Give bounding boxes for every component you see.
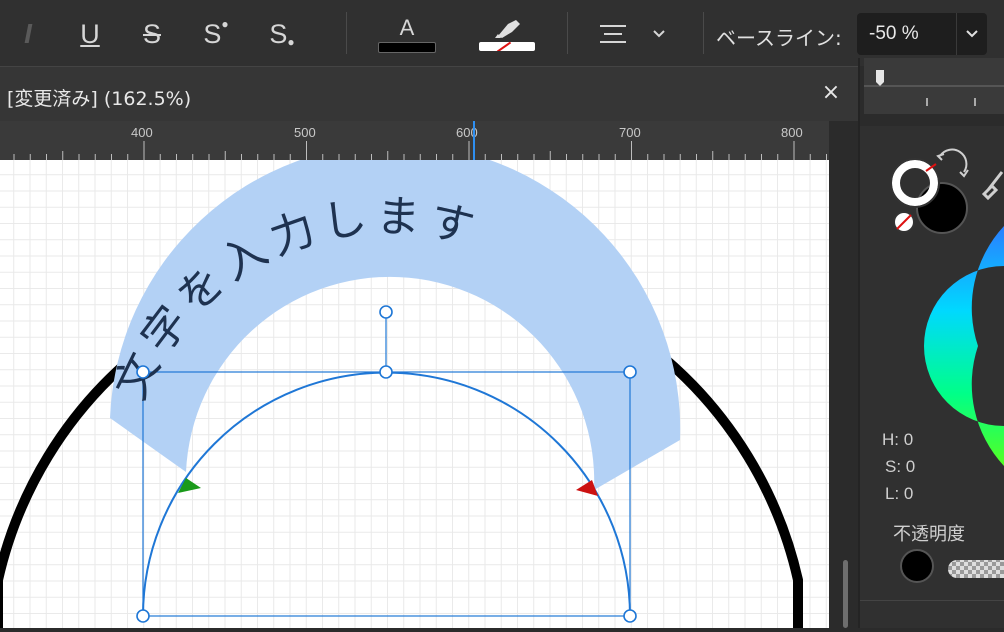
document-canvas[interactable]: 文字を入力します [0, 160, 829, 628]
baseline-value[interactable]: -50 % [869, 23, 919, 45]
strikethrough-button[interactable]: S [132, 12, 172, 56]
color-panel-graphics [890, 148, 1004, 583]
black-circle-shape[interactable] [0, 255, 803, 628]
opacity-slider[interactable] [948, 560, 1004, 578]
underline-button[interactable]: U [70, 12, 110, 56]
panel-separator [860, 600, 1004, 601]
vertical-scroll-area[interactable] [829, 121, 858, 628]
toolbar-separator [703, 12, 704, 54]
ruler-cursor-marker [473, 121, 475, 160]
align-dropdown-button[interactable] [646, 12, 672, 56]
horizontal-ruler[interactable]: 400 500 600 700 800 [0, 121, 829, 160]
handle-top-left[interactable] [136, 365, 150, 379]
subscript-dot-icon: ● [287, 35, 295, 49]
handle-bottom-right[interactable] [623, 609, 637, 623]
highlighter-icon [495, 19, 520, 38]
chevron-down-icon [966, 30, 978, 38]
superscript-button[interactable]: S ● [194, 12, 238, 56]
highlight-color-swatch [479, 41, 535, 51]
saturation-value: S: 0 [885, 457, 916, 476]
slider-handle[interactable] [876, 70, 884, 86]
toolbar-separator [346, 12, 347, 54]
opacity-label: 不透明度 [893, 524, 965, 545]
opacity-swatch [900, 549, 934, 583]
italic-button[interactable]: I [8, 12, 48, 56]
align-center-icon [600, 25, 626, 43]
handle-top-right[interactable] [623, 365, 637, 379]
fill-color-circle[interactable] [916, 182, 968, 234]
baseline-dropdown-button[interactable] [956, 13, 987, 55]
highlight-color-button[interactable] [476, 12, 538, 56]
ruler-label: 500 [294, 125, 316, 140]
ruler-label: 700 [619, 125, 641, 140]
lightness-value: L: 0 [885, 484, 914, 503]
hue-value: H: 0 [882, 430, 914, 449]
handle-top-center[interactable] [379, 365, 393, 379]
baseline-label: ベースライン: [716, 26, 842, 50]
document-title: [変更済み] (162.5%) [7, 88, 192, 110]
text-color-swatch [378, 41, 436, 53]
subscript-button[interactable]: S ● [260, 12, 304, 56]
text-color-button[interactable]: A [376, 12, 438, 56]
slider-track [864, 70, 1004, 106]
rotation-handle[interactable] [379, 305, 393, 319]
color-panel [860, 126, 1004, 628]
text-path-curve[interactable] [142, 371, 631, 617]
text-toolbar: I U S S ● S ● A ベースライン: -50 % [0, 0, 1004, 66]
ruler-label: 400 [131, 125, 153, 140]
close-icon[interactable]: × [818, 79, 844, 107]
eyedropper-icon[interactable] [981, 171, 1004, 201]
document-tab[interactable]: [変更済み] (162.5%) × [0, 66, 858, 122]
ruler-ticks [13, 141, 827, 160]
swap-colors-icon[interactable] [939, 148, 968, 173]
handle-bottom-left[interactable] [136, 609, 150, 623]
chevron-down-icon [653, 30, 665, 38]
ruler-label: 800 [781, 125, 803, 140]
panel-slider-strip [864, 58, 1004, 114]
canvas-artwork: 文字を入力します [0, 160, 803, 628]
color-wheel[interactable] [924, 226, 1004, 466]
vertical-scrollbar[interactable] [843, 560, 848, 628]
baseline-field[interactable]: -50 % [857, 13, 987, 55]
superscript-dot-icon: ● [221, 17, 229, 31]
toolbar-separator [567, 12, 568, 54]
selection-bounding-box [142, 371, 631, 617]
align-center-button[interactable] [596, 12, 630, 56]
